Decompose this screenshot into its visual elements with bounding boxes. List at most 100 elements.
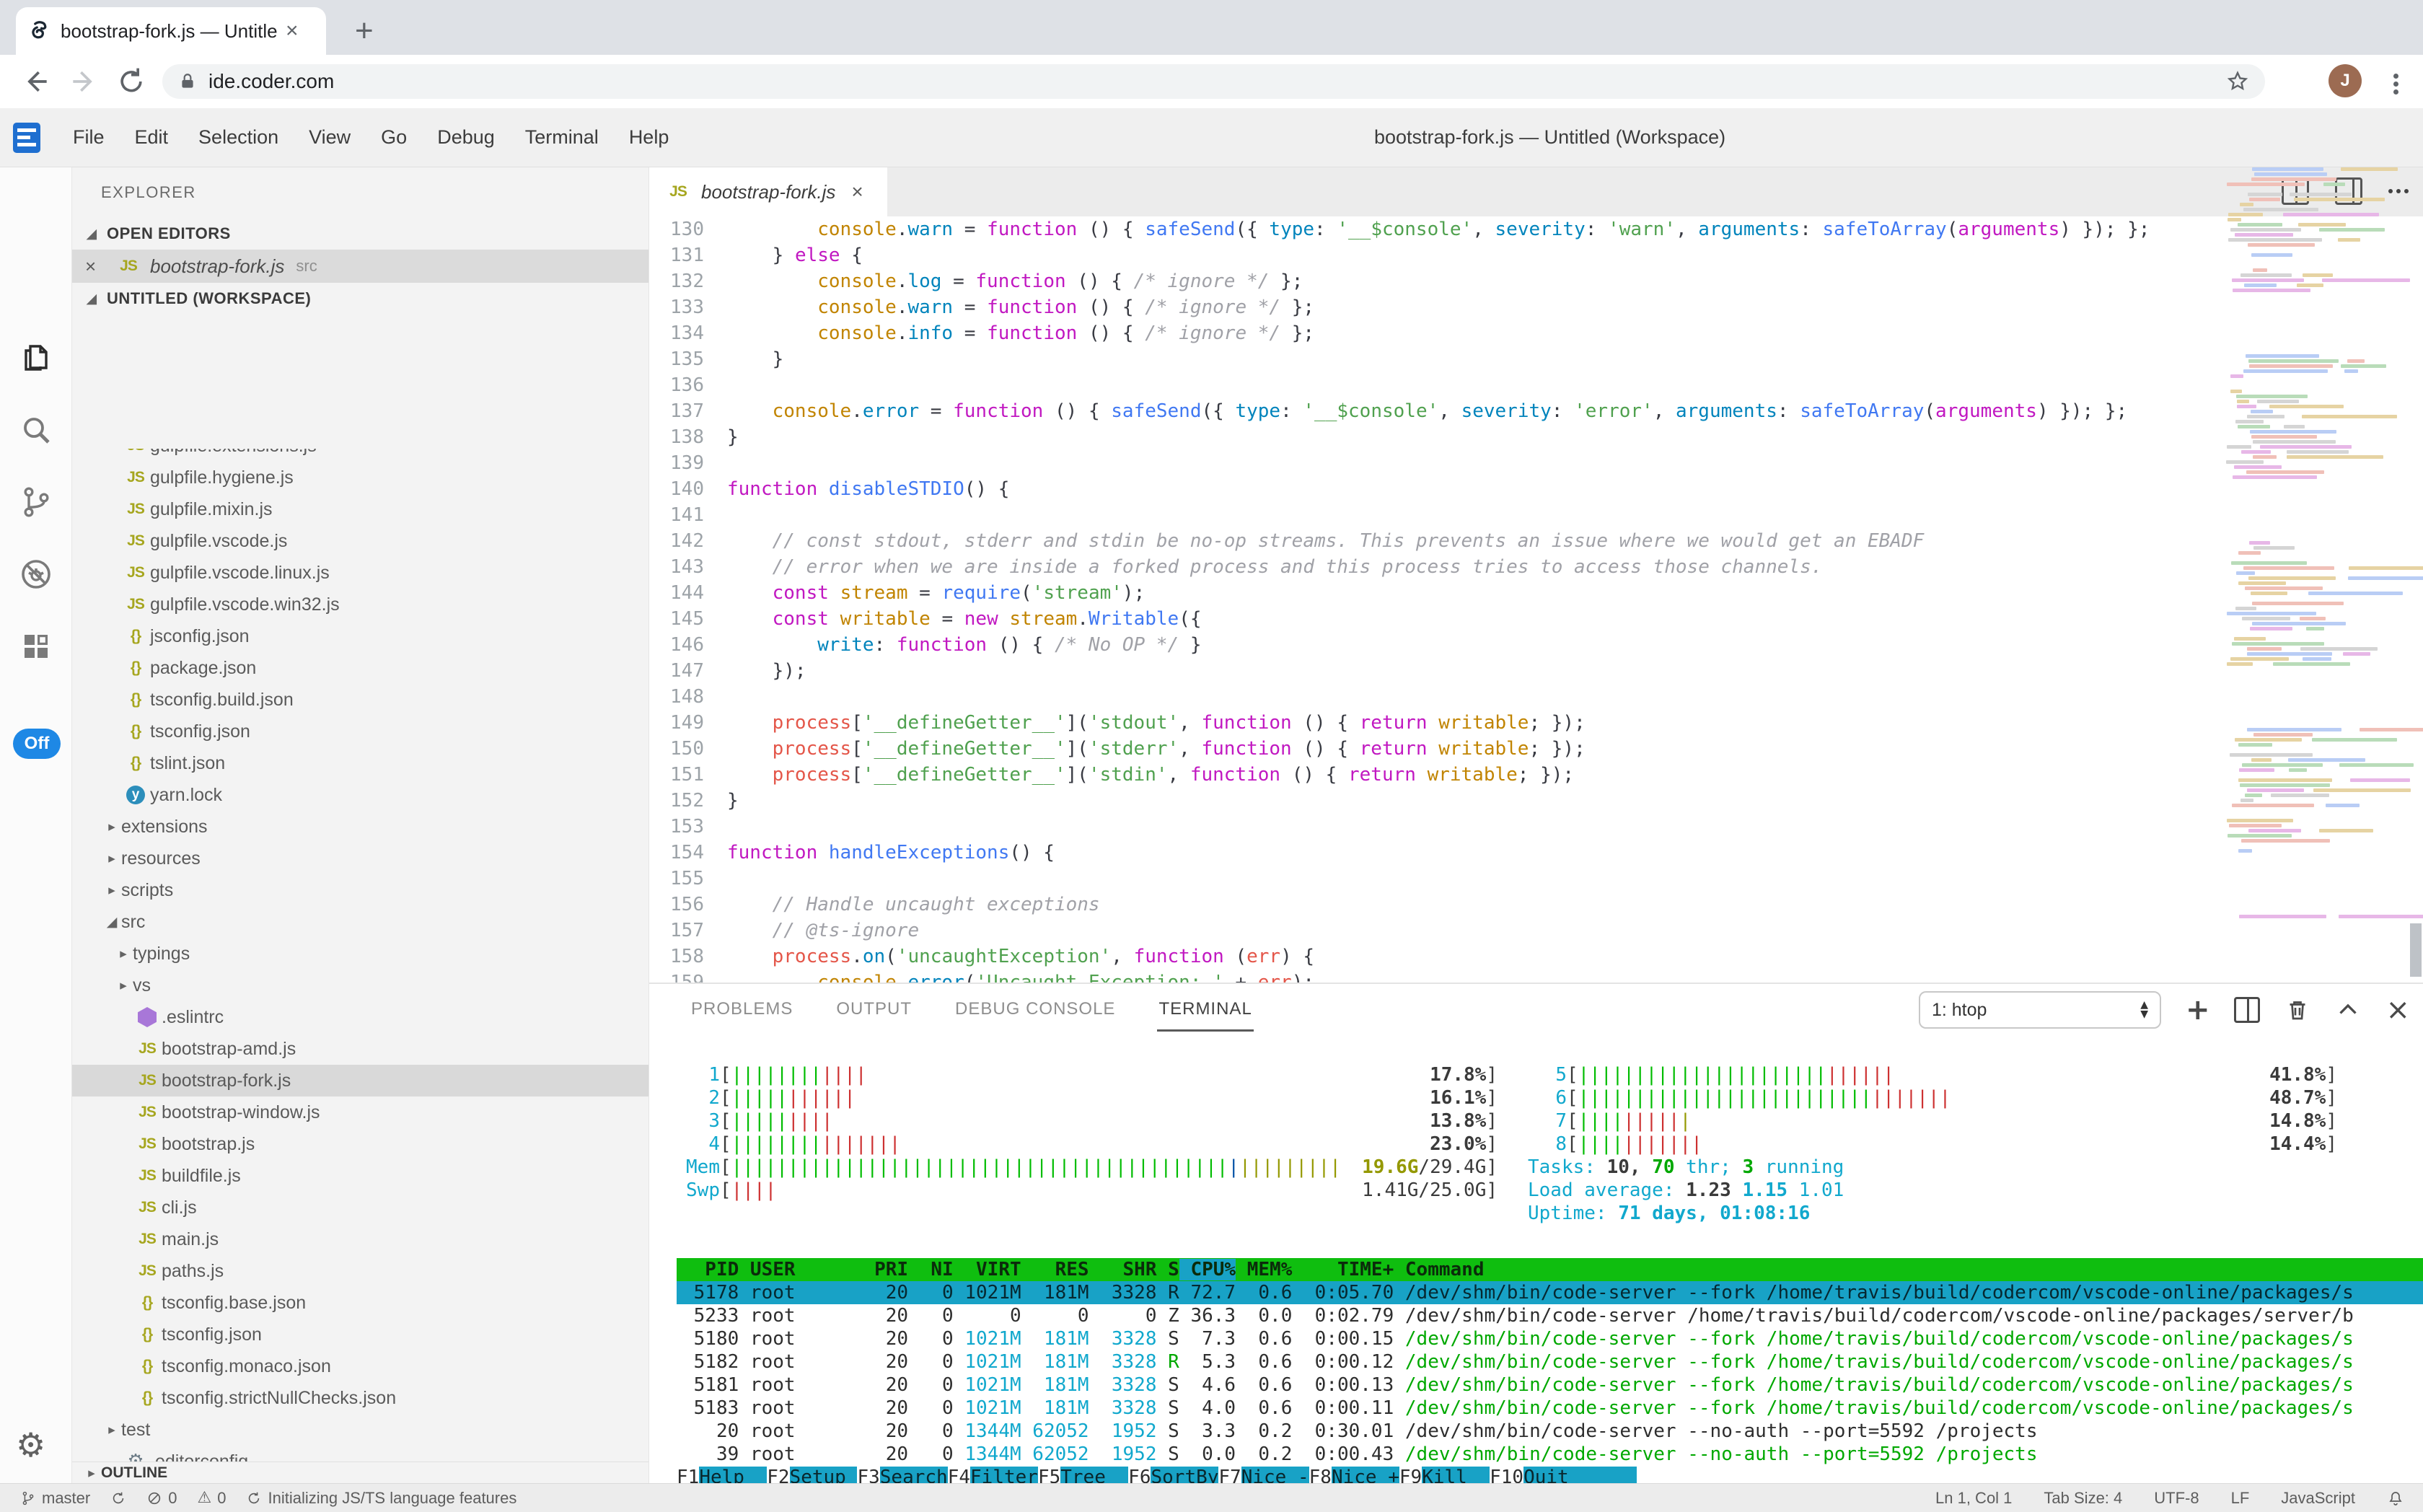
split-terminal-icon[interactable] [2234, 997, 2260, 1023]
browser-menu-icon[interactable] [2393, 71, 2399, 97]
code-area[interactable]: 130 console.warn = function () { safeSen… [649, 216, 2423, 983]
tree-item-src[interactable]: ◢src [72, 906, 648, 938]
code-line[interactable]: 153 [649, 814, 2423, 840]
tree-item-tsconfig-strictnullchecks-json[interactable]: {}tsconfig.strictNullChecks.json [72, 1382, 648, 1414]
bookmark-star-icon[interactable] [2226, 70, 2249, 93]
off-badge[interactable]: Off [13, 729, 61, 759]
tree-item-gulpfile-hygiene-js[interactable]: JSgulpfile.hygiene.js [72, 462, 648, 493]
tree-item-jsconfig-json[interactable]: {}jsconfig.json [72, 620, 648, 652]
code-line[interactable]: 145 const writable = new stream.Writable… [649, 606, 2423, 632]
tree-item-tsconfig-base-json[interactable]: {}tsconfig.base.json [72, 1287, 648, 1319]
code-line[interactable]: 136 [649, 372, 2423, 398]
code-line[interactable]: 143 // error when we are inside a forked… [649, 554, 2423, 580]
tree-item-gulpfile-vscode-js[interactable]: JSgulpfile.vscode.js [72, 525, 648, 557]
outline-section[interactable]: ▸ OUTLINE [72, 1462, 648, 1483]
close-panel-icon[interactable]: × [2385, 995, 2410, 1024]
status-master[interactable]: master [20, 1489, 90, 1508]
code-line[interactable]: 142 // const stdout, stderr and stdin be… [649, 528, 2423, 554]
tree-item-tslint-json[interactable]: {}tslint.json [72, 747, 648, 779]
code-line[interactable]: 131 } else { [649, 242, 2423, 268]
menu-selection[interactable]: Selection [183, 126, 294, 149]
status-0[interactable]: ⚠0 [198, 1489, 227, 1508]
menu-file[interactable]: File [58, 126, 120, 149]
tab-close-icon[interactable]: × [851, 180, 863, 203]
code-line[interactable]: 158 process.on('uncaughtException', func… [649, 944, 2423, 970]
code-line[interactable]: 130 console.warn = function () { safeSen… [649, 216, 2423, 242]
close-icon[interactable]: × [85, 255, 114, 278]
app-logo-icon[interactable] [13, 123, 40, 153]
tree-item--editorconfig[interactable]: ⚙.editorconfig [72, 1446, 648, 1462]
open-editors-header[interactable]: ◢ OPEN EDITORS [72, 218, 648, 250]
panel-tab-terminal[interactable]: TERMINAL [1157, 989, 1253, 1032]
code-line[interactable]: 148 [649, 684, 2423, 710]
extensions-icon[interactable] [19, 629, 53, 664]
code-line[interactable]: 151 process['__defineGetter__']('stdin',… [649, 762, 2423, 788]
code-line[interactable]: 144 const stream = require('stream'); [649, 580, 2423, 606]
menu-help[interactable]: Help [614, 126, 685, 149]
tree-item-bootstrap-amd-js[interactable]: JSbootstrap-amd.js [72, 1033, 648, 1065]
code-line[interactable]: 152} [649, 788, 2423, 814]
search-icon[interactable] [19, 413, 53, 447]
tree-item-vs[interactable]: ▸vs [72, 970, 648, 1001]
status-ln-1-col-1[interactable]: Ln 1, Col 1 [1935, 1489, 2012, 1508]
menu-edit[interactable]: Edit [120, 126, 184, 149]
explorer-icon[interactable] [19, 340, 53, 375]
menu-debug[interactable]: Debug [422, 126, 510, 149]
code-line[interactable]: 137 console.error = function () { safeSe… [649, 398, 2423, 424]
tree-item-tsconfig-build-json[interactable]: {}tsconfig.build.json [72, 684, 648, 716]
browser-avatar[interactable]: J [2329, 64, 2362, 97]
code-line[interactable]: 149 process['__defineGetter__']('stdout'… [649, 710, 2423, 736]
menu-view[interactable]: View [294, 126, 366, 149]
code-line[interactable]: 140function disableSTDIO() { [649, 476, 2423, 502]
maximize-panel-icon[interactable] [2335, 997, 2361, 1023]
reload-icon[interactable] [115, 66, 147, 97]
tree-item-tsconfig-json[interactable]: {}tsconfig.json [72, 1319, 648, 1350]
code-line[interactable]: 154function handleExceptions() { [649, 840, 2423, 866]
status-tab-size-4[interactable]: Tab Size: 4 [2044, 1489, 2122, 1508]
tree-item-extensions[interactable]: ▸extensions [72, 811, 648, 843]
editor-tab[interactable]: JS bootstrap-fork.js × [649, 167, 887, 216]
tree-item-bootstrap-js[interactable]: JSbootstrap.js [72, 1128, 648, 1160]
code-line[interactable]: 155 [649, 866, 2423, 892]
terminal[interactable]: 1[||||||||||||17.8%]2[|||||||||||16.1%]3… [649, 1036, 2423, 1483]
code-line[interactable]: 141 [649, 502, 2423, 528]
workspace-header[interactable]: ◢ UNTITLED (WORKSPACE) [72, 283, 648, 315]
tree-item-gulpfile-vscode-linux-js[interactable]: JSgulpfile.vscode.linux.js [72, 557, 648, 589]
terminal-select[interactable]: 1: htop ▲▼ [1919, 991, 2161, 1029]
tree-item-tsconfig-monaco-json[interactable]: {}tsconfig.monaco.json [72, 1350, 648, 1382]
panel-tab-problems[interactable]: PROBLEMS [690, 989, 794, 1032]
status-0[interactable]: 0 [146, 1489, 177, 1508]
tree-item--eslintrc[interactable]: .eslintrc [72, 1001, 648, 1033]
tab-close-icon[interactable]: × [286, 19, 299, 43]
tree-item-buildfile-js[interactable]: JSbuildfile.js [72, 1160, 648, 1192]
code-line[interactable]: 159 console.error('Uncaught Exception: '… [649, 970, 2423, 983]
debug-off-icon[interactable] [19, 557, 53, 592]
code-line[interactable]: 133 console.warn = function () { /* igno… [649, 294, 2423, 320]
tree-item-test[interactable]: ▸test [72, 1414, 648, 1446]
minimap[interactable] [2221, 167, 2407, 983]
source-control-icon[interactable] [19, 485, 53, 519]
tree-item-gulpfile-extensions-js[interactable]: JSgulpfile.extensions.js [72, 449, 648, 462]
code-line[interactable]: 139 [649, 450, 2423, 476]
editor-scrollbar-thumb[interactable] [2410, 923, 2422, 977]
kill-terminal-icon[interactable] [2285, 995, 2310, 1024]
tree-item-bootstrap-fork-js[interactable]: JSbootstrap-fork.js [72, 1065, 648, 1096]
tree-item-resources[interactable]: ▸resources [72, 843, 648, 874]
tree-item-paths-js[interactable]: JSpaths.js [72, 1255, 648, 1287]
tree-item-package-json[interactable]: {}package.json [72, 652, 648, 684]
settings-gear-icon[interactable]: ⚙ [16, 1425, 45, 1464]
code-line[interactable]: 146 write: function () { /* No OP */ } [649, 632, 2423, 658]
open-editor-item[interactable]: × JS bootstrap-fork.js src [72, 250, 648, 283]
back-icon[interactable] [20, 66, 52, 97]
address-bar[interactable]: ide.coder.com [162, 64, 2265, 99]
tree-item-yarn-lock[interactable]: yyarn.lock [72, 779, 648, 811]
code-line[interactable]: 150 process['__defineGetter__']('stderr'… [649, 736, 2423, 762]
browser-tab[interactable]: bootstrap-fork.js — Untitled (W × [16, 7, 326, 55]
code-line[interactable]: 138} [649, 424, 2423, 450]
code-line[interactable]: 156 // Handle uncaught exceptions [649, 892, 2423, 918]
status-utf-8[interactable]: UTF-8 [2154, 1489, 2199, 1508]
tree-item-tsconfig-json[interactable]: {}tsconfig.json [72, 716, 648, 747]
code-line[interactable]: 135 } [649, 346, 2423, 372]
panel-tab-debug-console[interactable]: DEBUG CONSOLE [954, 989, 1117, 1032]
status-lf[interactable]: LF [2231, 1489, 2250, 1508]
